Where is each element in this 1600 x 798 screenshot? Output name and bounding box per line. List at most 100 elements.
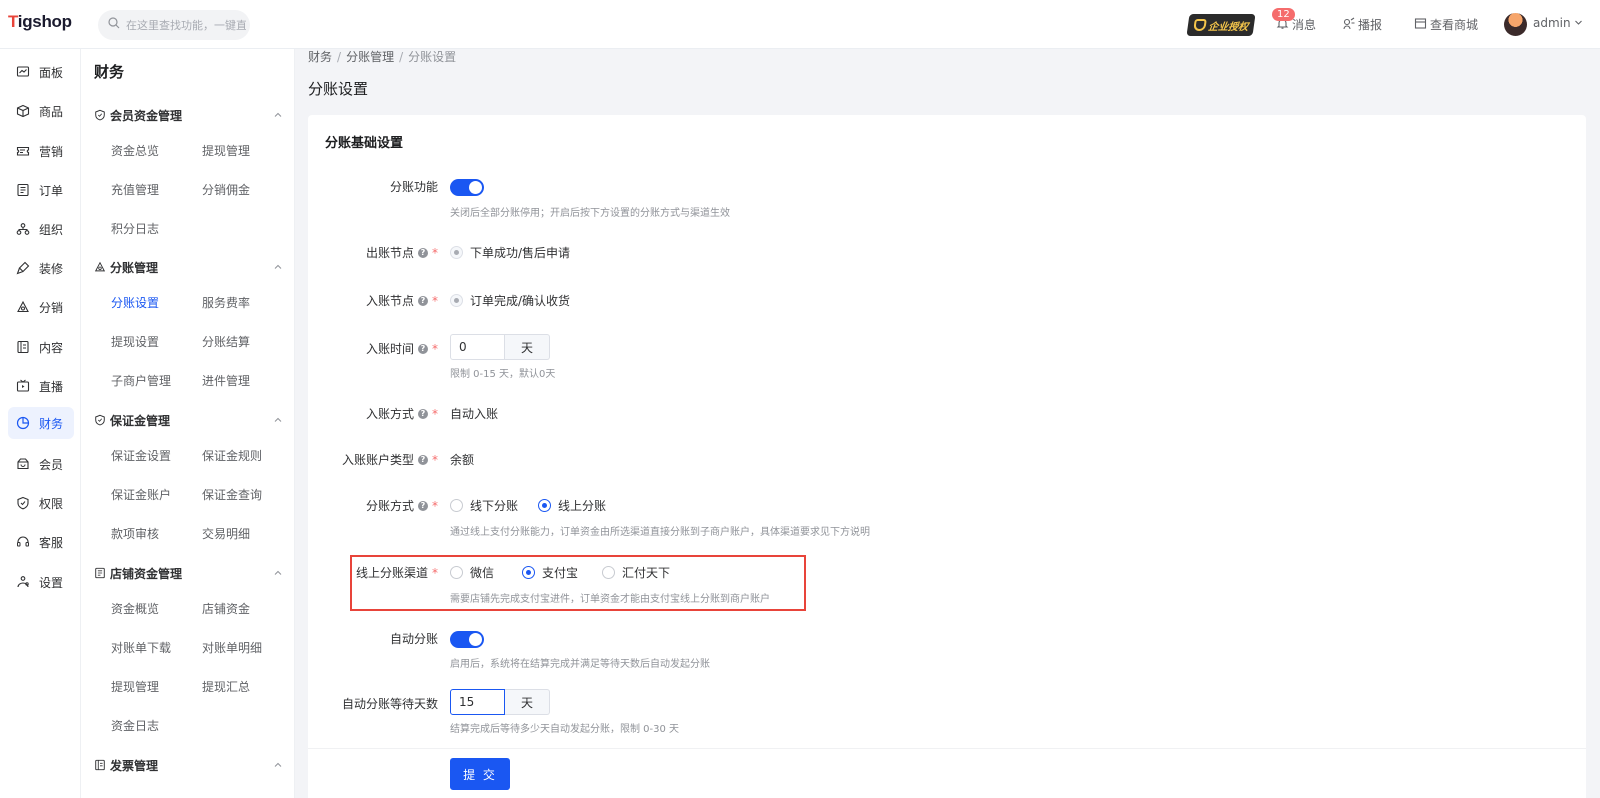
nav-item-11[interactable]: 权限 <box>8 487 74 519</box>
submenu-link[interactable]: 服务费率 <box>202 294 250 311</box>
nav-item-5[interactable]: 装修 <box>8 252 74 284</box>
in-time-input[interactable] <box>450 334 505 360</box>
channel-huifu[interactable]: 汇付天下 <box>602 564 670 581</box>
submenu-link[interactable]: 充值管理 <box>111 181 159 198</box>
nav-item-label: 设置 <box>39 575 64 590</box>
nav-item-3[interactable]: 订单 <box>8 174 74 206</box>
radio-selected[interactable] <box>538 499 552 512</box>
help-icon[interactable]: ? <box>418 500 428 511</box>
radio[interactable] <box>450 499 463 512</box>
split-function-hint: 关闭后全部分账停用；开启后按下方设置的分账方式与渠道生效 <box>450 208 730 219</box>
submenu-link[interactable]: 分账设置 <box>111 294 159 311</box>
broadcast-button[interactable]: 播报 <box>1342 16 1382 33</box>
nav-item-10[interactable]: 会员 <box>8 448 74 480</box>
submenu-link[interactable]: 款项审核 <box>111 525 159 542</box>
store-icon <box>1414 17 1427 33</box>
submenu-link[interactable]: 提现管理 <box>202 142 250 159</box>
submenu-link[interactable]: 资金总览 <box>111 142 159 159</box>
help-icon[interactable]: ? <box>418 295 428 306</box>
nav-item-label: 商品 <box>39 104 64 119</box>
submenu-link[interactable]: 保证金查询 <box>202 486 262 503</box>
top-bar: Tigshop 企业授权 消息 12 播报 查看商城 admin <box>0 0 1600 49</box>
help-icon[interactable]: ? <box>418 454 428 465</box>
submenu-link[interactable]: 保证金账户 <box>111 486 171 503</box>
help-icon[interactable]: ? <box>418 343 428 354</box>
submenu-group-4[interactable]: 发票管理 <box>94 755 284 775</box>
nav-item-7[interactable]: 内容 <box>8 331 74 363</box>
help-icon[interactable]: ? <box>418 408 428 419</box>
nav-item-label: 财务 <box>39 416 64 431</box>
submenu-group-1[interactable]: 分账管理 <box>94 257 284 277</box>
channel-wechat[interactable]: 微信 <box>450 564 494 581</box>
search-box[interactable] <box>98 10 250 40</box>
submenu-link[interactable]: 保证金设置 <box>111 447 171 464</box>
submenu-group-3[interactable]: 店铺资金管理 <box>94 563 284 583</box>
submenu-link[interactable]: 提现管理 <box>111 678 159 695</box>
radio[interactable] <box>450 566 463 579</box>
auto-split-toggle[interactable] <box>450 631 484 648</box>
nav-item-13[interactable]: 设置 <box>8 566 74 598</box>
submenu-link[interactable]: 资金概览 <box>111 600 159 617</box>
nav-item-label: 组织 <box>39 222 64 237</box>
submenu-link[interactable]: 子商户管理 <box>111 372 171 389</box>
settings-card: 分账基础设置 分账功能 关闭后全部分账停用；开启后按下方设置的分账方式与渠道生效… <box>308 115 1586 798</box>
order-icon <box>16 183 30 197</box>
auto-split-label: 自动分账 <box>389 632 438 646</box>
nav-item-4[interactable]: 组织 <box>8 213 74 245</box>
submenu-link[interactable]: 资金日志 <box>111 717 159 734</box>
nav-item-9[interactable]: 财务 <box>8 407 74 439</box>
org-icon <box>16 222 30 236</box>
submenu-link[interactable]: 对账单明细 <box>202 639 262 656</box>
search-input[interactable] <box>126 18 246 32</box>
help-icon[interactable]: ? <box>418 247 428 258</box>
split-method-label: 分账方式? * <box>365 498 438 514</box>
split-method-online[interactable]: 线上分账 <box>538 497 606 514</box>
submit-button[interactable]: 提 交 <box>450 758 510 790</box>
nav-item-6[interactable]: 分销 <box>8 291 74 323</box>
nav-item-12[interactable]: 客服 <box>8 526 74 558</box>
radio-selected[interactable] <box>522 566 536 579</box>
avatar[interactable] <box>1504 13 1527 36</box>
auto-wait-days-unit: 天 <box>505 689 550 715</box>
auto-wait-days-input[interactable] <box>450 689 505 715</box>
radio-disabled <box>450 294 463 307</box>
split-method-offline[interactable]: 线下分账 <box>450 497 518 514</box>
finance-icon <box>16 416 30 430</box>
split-method-hint: 通过线上支付分账能力，订单资金由所选渠道直接分账到子商户账户，具体渠道要求见下方… <box>450 527 870 538</box>
channel-alipay[interactable]: 支付宝 <box>522 564 578 581</box>
ticket-icon <box>16 144 30 158</box>
nav-item-8[interactable]: 直播 <box>8 370 74 402</box>
nav-item-0[interactable]: 面板 <box>8 56 74 88</box>
submenu-link[interactable]: 店铺资金 <box>202 600 250 617</box>
submenu-link[interactable]: 提现设置 <box>111 333 159 350</box>
submenu-link[interactable]: 分账结算 <box>202 333 250 350</box>
submenu-link[interactable]: 提现汇总 <box>202 678 250 695</box>
chevron-up-icon <box>272 414 284 426</box>
submenu-link[interactable]: 积分日志 <box>111 220 159 237</box>
logo[interactable]: Tigshop <box>8 12 72 32</box>
enterprise-license-badge[interactable]: 企业授权 <box>1186 14 1256 36</box>
split-function-toggle[interactable] <box>450 179 484 196</box>
view-store-button[interactable]: 查看商城 <box>1414 16 1478 33</box>
nav-item-label: 面板 <box>39 65 64 80</box>
submenu-link[interactable]: 分销佣金 <box>202 181 250 198</box>
nav-item-label: 客服 <box>39 535 64 550</box>
in-time-input-group: 天 <box>450 334 550 360</box>
submenu-link[interactable]: 保证金规则 <box>202 447 262 464</box>
section-title: 分账基础设置 <box>325 136 404 151</box>
submenu-link[interactable]: 交易明细 <box>202 525 250 542</box>
submenu-group-0[interactable]: 会员资金管理 <box>94 105 284 125</box>
content-icon <box>16 340 30 354</box>
radio[interactable] <box>602 566 616 579</box>
submenu-link[interactable]: 进件管理 <box>202 372 250 389</box>
user-menu[interactable]: admin <box>1533 16 1583 30</box>
nav-item-1[interactable]: 商品 <box>8 95 74 127</box>
online-channel-radios: 微信 支付宝 汇付天下 <box>450 564 690 581</box>
auto-split-hint: 启用后，系统将在结算完成并满足等待天数后自动发起分账 <box>450 659 710 670</box>
breadcrumb-item[interactable]: 分账管理 <box>346 50 394 64</box>
breadcrumb-item[interactable]: 财务 <box>308 50 332 64</box>
out-node-label: 出账节点? * <box>365 245 438 261</box>
submenu-group-2[interactable]: 保证金管理 <box>94 410 284 430</box>
nav-item-2[interactable]: 营销 <box>8 135 74 167</box>
submenu-link[interactable]: 对账单下载 <box>111 639 171 656</box>
